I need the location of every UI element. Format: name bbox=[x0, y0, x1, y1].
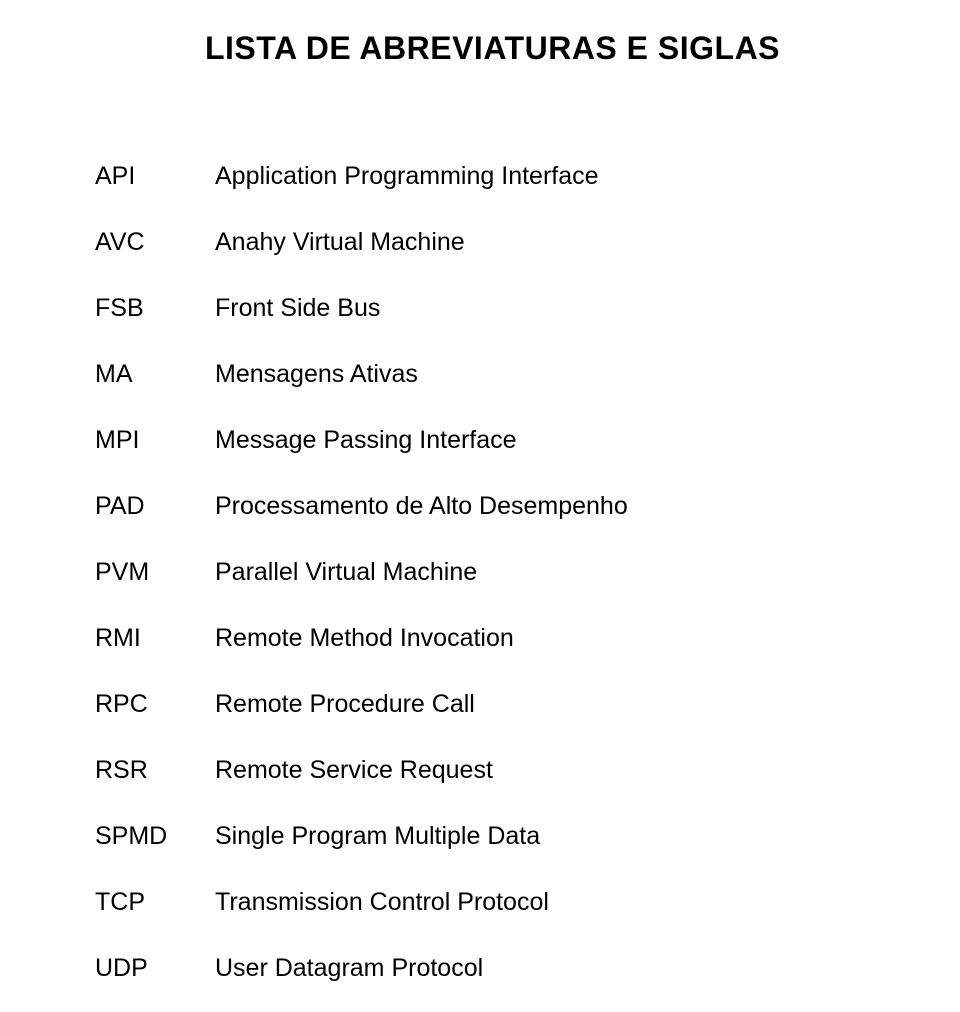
abbrev-term: AVC bbox=[95, 228, 215, 257]
list-item: UDP User Datagram Protocol bbox=[95, 954, 890, 983]
abbrev-term: MPI bbox=[95, 426, 215, 455]
list-item: TCP Transmission Control Protocol bbox=[95, 888, 890, 917]
abbrev-definition: Remote Service Request bbox=[215, 756, 493, 785]
abbrev-definition: Parallel Virtual Machine bbox=[215, 558, 477, 587]
abbrev-term: TCP bbox=[95, 888, 215, 917]
abbrev-term: API bbox=[95, 162, 215, 191]
abbrev-definition: Remote Procedure Call bbox=[215, 690, 475, 719]
list-item: API Application Programming Interface bbox=[95, 162, 890, 191]
abbrev-definition: Remote Method Invocation bbox=[215, 624, 514, 653]
list-item: RSR Remote Service Request bbox=[95, 756, 890, 785]
list-item: RMI Remote Method Invocation bbox=[95, 624, 890, 653]
abbrev-definition: Anahy Virtual Machine bbox=[215, 228, 465, 257]
abbrev-definition: Transmission Control Protocol bbox=[215, 888, 549, 917]
abbrev-term: MA bbox=[95, 360, 215, 389]
list-item: PAD Processamento de Alto Desempenho bbox=[95, 492, 890, 521]
abbrev-term: RPC bbox=[95, 690, 215, 719]
abbrev-term: SPMD bbox=[95, 822, 215, 851]
abbrev-term: PVM bbox=[95, 558, 215, 587]
abbreviation-list: API Application Programming Interface AV… bbox=[95, 162, 890, 983]
list-item: PVM Parallel Virtual Machine bbox=[95, 558, 890, 587]
abbrev-definition: Mensagens Ativas bbox=[215, 360, 418, 389]
abbrev-term: FSB bbox=[95, 294, 215, 323]
abbrev-term: RSR bbox=[95, 756, 215, 785]
list-item: MA Mensagens Ativas bbox=[95, 360, 890, 389]
abbrev-term: PAD bbox=[95, 492, 215, 521]
list-item: FSB Front Side Bus bbox=[95, 294, 890, 323]
abbrev-definition: Single Program Multiple Data bbox=[215, 822, 540, 851]
abbrev-definition: User Datagram Protocol bbox=[215, 954, 483, 983]
abbrev-definition: Processamento de Alto Desempenho bbox=[215, 492, 628, 521]
list-item: RPC Remote Procedure Call bbox=[95, 690, 890, 719]
abbrev-term: UDP bbox=[95, 954, 215, 983]
abbrev-definition: Application Programming Interface bbox=[215, 162, 599, 191]
list-item: MPI Message Passing Interface bbox=[95, 426, 890, 455]
abbrev-definition: Message Passing Interface bbox=[215, 426, 517, 455]
list-item: SPMD Single Program Multiple Data bbox=[95, 822, 890, 851]
list-item: AVC Anahy Virtual Machine bbox=[95, 228, 890, 257]
page-title: LISTA DE ABREVIATURAS E SIGLAS bbox=[95, 30, 890, 67]
abbrev-term: RMI bbox=[95, 624, 215, 653]
abbrev-definition: Front Side Bus bbox=[215, 294, 380, 323]
